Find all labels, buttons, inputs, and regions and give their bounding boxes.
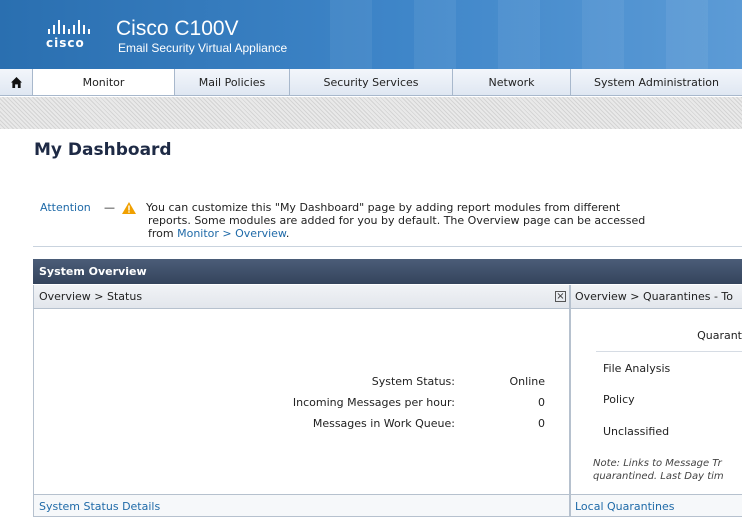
home-icon — [10, 76, 22, 88]
system-status-details-link[interactable]: System Status Details — [34, 494, 569, 516]
quarantine-unclassified[interactable]: Unclassified — [603, 425, 669, 438]
cisco-logo-bars-icon — [48, 20, 110, 34]
hatched-divider — [0, 97, 742, 129]
monitor-overview-link[interactable]: Monitor > Overview — [177, 227, 286, 240]
quarantine-note-line-2: quarantined. Last Day tim — [593, 471, 724, 482]
quarantine-file-analysis[interactable]: File Analysis — [603, 362, 670, 375]
attention-notice: Attention — You can customize this "My D… — [40, 201, 740, 245]
local-quarantines-link[interactable]: Local Quarantines — [570, 494, 742, 516]
quarantine-note-line-1: Note: Links to Message Tr — [593, 458, 722, 469]
nav-system-administration[interactable]: System Administration — [571, 69, 742, 95]
quarantines-panel-header: Overview > Quarantines - To — [570, 285, 742, 309]
incoming-messages-label: Incoming Messages per hour: — [292, 396, 455, 409]
nav-mail-policies[interactable]: Mail Policies — [175, 69, 290, 95]
product-name: Cisco C100V — [116, 17, 239, 40]
quarantine-note: Note: Links to Message Tr quarantined. L… — [593, 457, 724, 483]
work-queue-label: Messages in Work Queue: — [312, 417, 455, 430]
quarantines-panel: Overview > Quarantines - To Quarant File… — [570, 285, 742, 517]
panel-divider — [570, 285, 571, 517]
attention-divider — [33, 246, 742, 247]
header-banner: cisco Cisco C100V Email Security Virtual… — [0, 0, 742, 69]
cisco-logo: cisco — [46, 20, 110, 54]
attention-label: Attention — [40, 201, 91, 214]
attention-message: You can customize this "My Dashboard" pa… — [146, 201, 736, 240]
attention-line-1: You can customize this "My Dashboard" pa… — [146, 201, 621, 214]
quarantine-policy[interactable]: Policy — [603, 393, 635, 406]
attention-line-3-prefix: from — [148, 227, 178, 240]
work-queue-value: 0 — [538, 417, 545, 430]
main-navigation: Monitor Mail Policies Security Services … — [0, 69, 742, 96]
attention-dash: — — [104, 201, 115, 214]
attention-line-3-suffix: . — [285, 227, 290, 240]
attention-line-2: reports. Some modules are added for you … — [148, 214, 646, 227]
product-subtitle: Email Security Virtual Appliance — [118, 41, 288, 55]
attention-line-3: from Monitor > Overview. — [146, 227, 736, 240]
status-panel: Overview > Status × System Status: Onlin… — [33, 285, 570, 517]
incoming-messages-value: 0 — [538, 396, 545, 409]
page-title: My Dashboard — [34, 140, 172, 160]
nav-network[interactable]: Network — [453, 69, 571, 95]
home-button[interactable] — [0, 69, 33, 95]
nav-security-services[interactable]: Security Services — [290, 69, 453, 95]
status-panel-header: Overview > Status × — [34, 285, 569, 309]
warning-icon — [122, 202, 136, 214]
system-overview-header: System Overview — [33, 259, 742, 284]
close-box-icon[interactable]: × — [555, 291, 566, 302]
cisco-logo-wordmark: cisco — [46, 36, 85, 50]
quarantine-column-title: Quarant — [697, 329, 742, 342]
nav-monitor[interactable]: Monitor — [33, 69, 175, 95]
row-divider — [596, 351, 742, 352]
status-panel-title: Overview > Status — [39, 290, 143, 303]
system-status-label: System Status: — [371, 375, 455, 388]
system-status-value: Online — [509, 375, 545, 388]
